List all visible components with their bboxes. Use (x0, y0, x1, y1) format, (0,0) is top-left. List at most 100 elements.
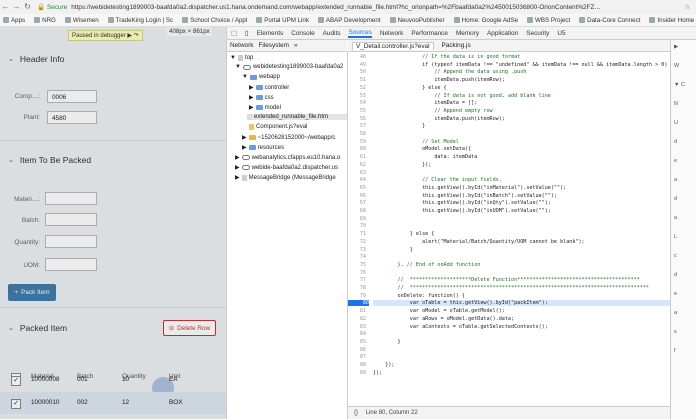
step-over-icon[interactable]: ↷ (134, 33, 139, 39)
tree-item[interactable]: ▶ controller (249, 84, 289, 92)
plant-field[interactable]: 4580 (47, 111, 97, 124)
line-number[interactable]: 87 (348, 354, 366, 360)
pack-item-button[interactable]: + Pack Item (8, 284, 56, 301)
line-number[interactable]: 62 (348, 162, 366, 168)
line-number[interactable]: 58 (348, 131, 366, 137)
sidebar-entry[interactable]: U (674, 120, 678, 126)
line-number[interactable]: 81 (348, 308, 366, 314)
line-number[interactable]: 60 (348, 146, 366, 152)
line-number[interactable]: 52 (348, 85, 366, 91)
secure-indicator[interactable]: 🔒 Secure (37, 3, 67, 12)
tree-item[interactable]: ▶ webanalytics.cfapps.eu10.hana.o (235, 154, 340, 162)
quantity-field[interactable] (45, 235, 97, 248)
chevron-down-icon[interactable]: ⌄ (8, 156, 14, 164)
sidebar-entry[interactable]: L (674, 234, 677, 240)
sidebar-entry[interactable]: e (674, 158, 677, 164)
comp-field[interactable]: 0006 (47, 90, 97, 103)
bookmark-item[interactable]: TradeKing Login | Sc (107, 17, 173, 24)
line-number[interactable]: 82 (348, 316, 366, 322)
bookmark-item[interactable]: Wisemen (64, 17, 99, 24)
tree-item[interactable]: Component.js?eval (249, 124, 307, 130)
sidebar-entry[interactable]: f (674, 348, 676, 354)
tab-network[interactable]: Network (380, 30, 403, 37)
sidebar-entry[interactable]: a (674, 177, 677, 183)
line-number[interactable]: 72 (348, 239, 366, 245)
line-number[interactable]: 89 (348, 370, 366, 376)
line-number[interactable]: 64 (348, 177, 366, 183)
line-number[interactable]: 77 (348, 277, 366, 283)
line-number[interactable]: 61 (348, 154, 366, 160)
format-braces-icon[interactable]: {} (354, 410, 358, 416)
tree-item[interactable]: ▶ MessageBridge (MessageBridge (235, 174, 336, 181)
tab-network-nav[interactable]: Network (230, 42, 253, 49)
tree-item[interactable]: ▶ css (249, 94, 274, 102)
bookmark-item[interactable]: NeuvooPublisher (389, 17, 445, 24)
tab-audits[interactable]: Audits (323, 30, 341, 37)
item-to-be-packed-section[interactable]: ⌄ Item To Be Packed (8, 155, 91, 165)
tree-item[interactable]: ▼ webapp (242, 74, 280, 80)
bookmark-item[interactable]: Insider Home (649, 17, 694, 24)
tab-u5[interactable]: U5 (557, 30, 565, 37)
bookmark-item[interactable]: School Choice / Appl (182, 17, 247, 24)
line-number[interactable]: 78 (348, 285, 366, 291)
line-number[interactable]: 74 (348, 254, 366, 260)
line-number[interactable]: 63 (348, 170, 366, 176)
batch-field[interactable] (45, 213, 97, 226)
sidebar-entry[interactable]: W (674, 63, 679, 69)
sidebar-entry[interactable]: d (674, 139, 677, 145)
sidebar-entry[interactable]: ▼ C (674, 82, 685, 88)
sidebar-entry[interactable]: N (674, 101, 678, 107)
line-number[interactable]: 65 (348, 185, 366, 191)
line-number[interactable]: 68 (348, 208, 366, 214)
bookmark-star-icon[interactable]: ☆ (684, 3, 690, 11)
tab-performance[interactable]: Performance (411, 30, 448, 37)
sidebar-entry[interactable]: d (674, 196, 677, 202)
delete-row-button[interactable]: ⊖ Delete Row (163, 320, 216, 336)
line-number[interactable]: 55 (348, 108, 366, 114)
reload-icon[interactable]: ↻ (22, 0, 33, 14)
line-number[interactable]: 84 (348, 331, 366, 337)
line-number[interactable]: 67 (348, 200, 366, 206)
more-tabs-icon[interactable]: » (294, 42, 298, 49)
sidebar-entry[interactable]: c (674, 253, 677, 259)
line-number[interactable]: 71 (348, 231, 366, 237)
tab-application[interactable]: Application (487, 30, 518, 37)
bookmark-item[interactable]: Apps (3, 17, 25, 24)
header-info-section[interactable]: ⌄ Header Info (8, 54, 64, 64)
line-number[interactable]: 79 (348, 293, 366, 299)
line-number[interactable]: 66 (348, 193, 366, 199)
line-number[interactable]: 54 (348, 100, 366, 106)
device-toggle-icon[interactable]: ▯ (245, 29, 249, 37)
line-number[interactable]: 83 (348, 324, 366, 330)
tree-item[interactable]: ▼ top (230, 55, 253, 61)
chevron-down-icon[interactable]: ⌄ (8, 55, 14, 63)
sidebar-entry[interactable]: d (674, 272, 677, 278)
line-number[interactable]: 53 (348, 93, 366, 99)
tree-item[interactable]: ▶ webide-baafda0a2.dispatcher.us (235, 164, 338, 172)
bookmark-item[interactable]: Portal UPM Link (256, 17, 309, 24)
tab-memory[interactable]: Memory (456, 30, 479, 37)
sidebar-entry[interactable]: s (674, 329, 677, 335)
breakpoint-line-number[interactable]: 80 (348, 300, 369, 307)
tree-item[interactable]: ▶ model (249, 104, 281, 112)
tree-item[interactable]: ▶ ~1520628152000~/webapp/c (242, 134, 335, 142)
line-number[interactable]: 70 (348, 223, 366, 229)
bookmark-item[interactable]: Home: Google AdSe (453, 17, 518, 24)
tree-item[interactable]: ▼ webidetesting1899003-baafda0a2 (235, 64, 343, 70)
chevron-down-icon[interactable]: ⌄ (8, 324, 14, 332)
inspect-icon[interactable]: ⬚ (231, 29, 237, 37)
line-number[interactable]: 88 (348, 362, 366, 368)
tab-console[interactable]: Console (291, 30, 314, 37)
tab-detail-controller[interactable]: V_Detail.controller.js?eval (352, 41, 434, 50)
tab-elements[interactable]: Elements (257, 30, 284, 37)
line-number[interactable]: 48 (348, 54, 366, 60)
table-row[interactable]: ✓ 10000008 001 10 EA (0, 369, 226, 391)
row-checkbox[interactable]: ✓ (11, 376, 21, 386)
uom-field[interactable] (45, 258, 97, 271)
line-number[interactable]: 59 (348, 139, 366, 145)
tab-packing-js[interactable]: Packing.js (442, 42, 471, 49)
bookmark-item[interactable]: ABAP Development (317, 17, 381, 24)
line-number[interactable]: 49 (348, 62, 366, 68)
line-number[interactable]: 75 (348, 262, 366, 268)
sidebar-entry[interactable]: e (674, 291, 677, 297)
